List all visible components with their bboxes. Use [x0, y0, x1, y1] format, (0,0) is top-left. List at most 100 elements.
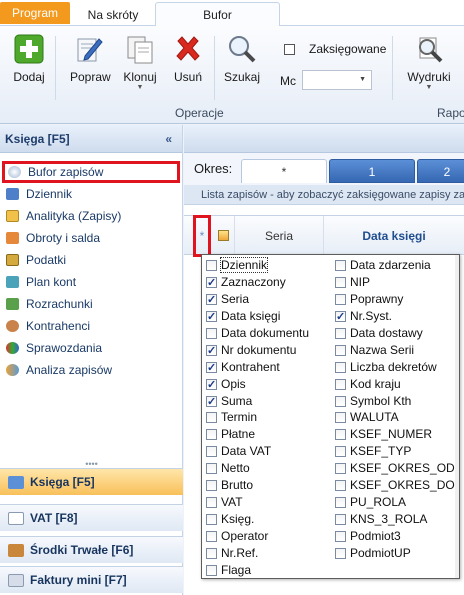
nav-item-journal[interactable]: Dziennik: [0, 183, 182, 205]
unchecked-checkbox[interactable]: [206, 260, 217, 271]
column-option[interactable]: WALUTA: [333, 409, 455, 426]
unchecked-checkbox[interactable]: [206, 412, 217, 424]
column-option[interactable]: Flaga: [204, 562, 309, 579]
column-option[interactable]: Data VAT: [204, 443, 309, 460]
column-header-book-date[interactable]: Data księgi: [324, 216, 464, 256]
unchecked-checkbox[interactable]: [206, 531, 217, 542]
checked-checkbox[interactable]: [206, 360, 217, 376]
edit-button[interactable]: Popraw: [70, 34, 111, 84]
add-button[interactable]: Dodaj: [11, 34, 47, 84]
unchecked-checkbox[interactable]: [335, 412, 346, 424]
column-option[interactable]: Operator: [204, 528, 309, 545]
nav-item-chart-of-accounts[interactable]: Plan kont: [0, 271, 182, 293]
unchecked-checkbox[interactable]: [206, 429, 217, 441]
clone-button[interactable]: Klonuj ▼: [122, 34, 158, 92]
unchecked-checkbox[interactable]: [206, 327, 217, 339]
unchecked-checkbox[interactable]: [206, 514, 217, 526]
unchecked-checkbox[interactable]: [335, 446, 346, 458]
unchecked-checkbox[interactable]: [335, 395, 346, 407]
nav-item-buffer[interactable]: Bufor zapisów: [2, 161, 180, 183]
unchecked-checkbox[interactable]: [206, 564, 217, 576]
column-option[interactable]: Suma: [204, 393, 309, 410]
unchecked-checkbox[interactable]: [335, 276, 346, 288]
column-option[interactable]: Nr.Ref.: [204, 545, 309, 562]
module-fixed-assets[interactable]: Środki Trwałe [F6]: [0, 536, 183, 563]
column-option[interactable]: Liczba dekretów: [333, 359, 455, 376]
column-option[interactable]: KSEF_NUMER: [333, 426, 455, 443]
column-option[interactable]: Symbol Kth: [333, 393, 455, 410]
checked-checkbox[interactable]: [206, 292, 217, 308]
nav-item-settlements[interactable]: Rozrachunki: [0, 293, 182, 315]
splitter-grip[interactable]: ••••: [0, 460, 183, 469]
module-invoices[interactable]: Faktury mini [F7]: [0, 566, 183, 593]
tab-buffer[interactable]: Bufor: [155, 2, 280, 27]
column-option[interactable]: KNS_3_ROLA: [333, 511, 455, 528]
column-option[interactable]: KSEF_OKRES_OD: [333, 460, 455, 477]
unchecked-checkbox[interactable]: [335, 531, 346, 542]
column-option[interactable]: Dziennik: [204, 257, 309, 274]
month-select[interactable]: ▼: [302, 70, 372, 90]
column-option[interactable]: Poprawny: [333, 291, 455, 308]
unchecked-checkbox[interactable]: [206, 547, 217, 559]
unchecked-checkbox[interactable]: [206, 497, 217, 509]
column-option[interactable]: PodmiotUP: [333, 545, 455, 562]
module-ledger[interactable]: Księga [F5]: [0, 468, 183, 495]
column-option[interactable]: PU_ROLA: [333, 494, 455, 511]
nav-item-analytics[interactable]: Analityka (Zapisy): [0, 205, 182, 227]
column-option[interactable]: Księg.: [204, 511, 309, 528]
unchecked-checkbox[interactable]: [206, 480, 217, 492]
module-vat[interactable]: VAT [F8]: [0, 504, 183, 531]
checked-checkbox[interactable]: [206, 394, 217, 410]
select-all-icon[interactable]: [218, 230, 229, 241]
column-chooser-button[interactable]: *: [193, 215, 211, 257]
unchecked-checkbox[interactable]: [335, 293, 346, 305]
column-option[interactable]: Nr dokumentu: [204, 342, 309, 359]
unchecked-checkbox[interactable]: [335, 361, 346, 373]
checked-checkbox[interactable]: [335, 309, 346, 325]
column-option[interactable]: Kontrahent: [204, 359, 309, 376]
column-option[interactable]: Nazwa Serii: [333, 342, 455, 359]
column-option[interactable]: Płatne: [204, 426, 309, 443]
column-option[interactable]: Data dokumentu: [204, 325, 309, 342]
unchecked-checkbox[interactable]: [335, 378, 346, 390]
nav-item-taxes[interactable]: Podatki: [0, 249, 182, 271]
unchecked-checkbox[interactable]: [335, 344, 346, 356]
nav-item-contractors[interactable]: Kontrahenci: [0, 315, 182, 337]
popup-scrollbar[interactable]: [455, 255, 459, 578]
column-option[interactable]: Data zdarzenia: [333, 257, 455, 274]
column-option[interactable]: Data księgi: [204, 308, 309, 325]
column-option[interactable]: Nr.Syst.: [333, 308, 455, 325]
column-option[interactable]: Termin: [204, 409, 309, 426]
unchecked-checkbox[interactable]: [335, 480, 346, 492]
checked-checkbox[interactable]: [206, 275, 217, 291]
delete-button[interactable]: Usuń: [170, 34, 206, 84]
column-option[interactable]: VAT: [204, 494, 309, 511]
unchecked-checkbox[interactable]: [335, 260, 346, 271]
period-tab-1[interactable]: 1: [329, 159, 415, 183]
column-option[interactable]: Seria: [204, 291, 309, 308]
unchecked-checkbox[interactable]: [206, 463, 217, 475]
checked-checkbox[interactable]: [206, 309, 217, 325]
column-option[interactable]: Kod kraju: [333, 376, 455, 393]
column-header-series[interactable]: Seria: [234, 216, 324, 256]
column-option[interactable]: Zaznaczony: [204, 274, 309, 291]
checked-checkbox[interactable]: [206, 343, 217, 359]
tab-shortcuts[interactable]: Na skróty: [76, 4, 150, 26]
nav-item-reports[interactable]: Sprawozdania: [0, 337, 182, 359]
checked-checkbox[interactable]: [206, 377, 217, 393]
unchecked-checkbox[interactable]: [206, 446, 217, 458]
period-tab-all[interactable]: *: [241, 159, 327, 183]
column-option[interactable]: Data dostawy: [333, 325, 455, 342]
tab-program[interactable]: Program: [0, 2, 70, 24]
column-option[interactable]: KSEF_OKRES_DO: [333, 477, 455, 494]
search-button[interactable]: Szukaj: [224, 34, 260, 84]
unchecked-checkbox[interactable]: [335, 547, 346, 559]
collapse-icon[interactable]: «: [165, 125, 172, 153]
column-option[interactable]: NIP: [333, 274, 455, 291]
unchecked-checkbox[interactable]: [335, 327, 346, 339]
column-option[interactable]: KSEF_TYP: [333, 443, 455, 460]
nav-item-entry-analysis[interactable]: Analiza zapisów: [0, 359, 182, 381]
column-option[interactable]: Podmiot3: [333, 528, 455, 545]
posted-checkbox[interactable]: [284, 44, 295, 55]
unchecked-checkbox[interactable]: [335, 514, 346, 526]
